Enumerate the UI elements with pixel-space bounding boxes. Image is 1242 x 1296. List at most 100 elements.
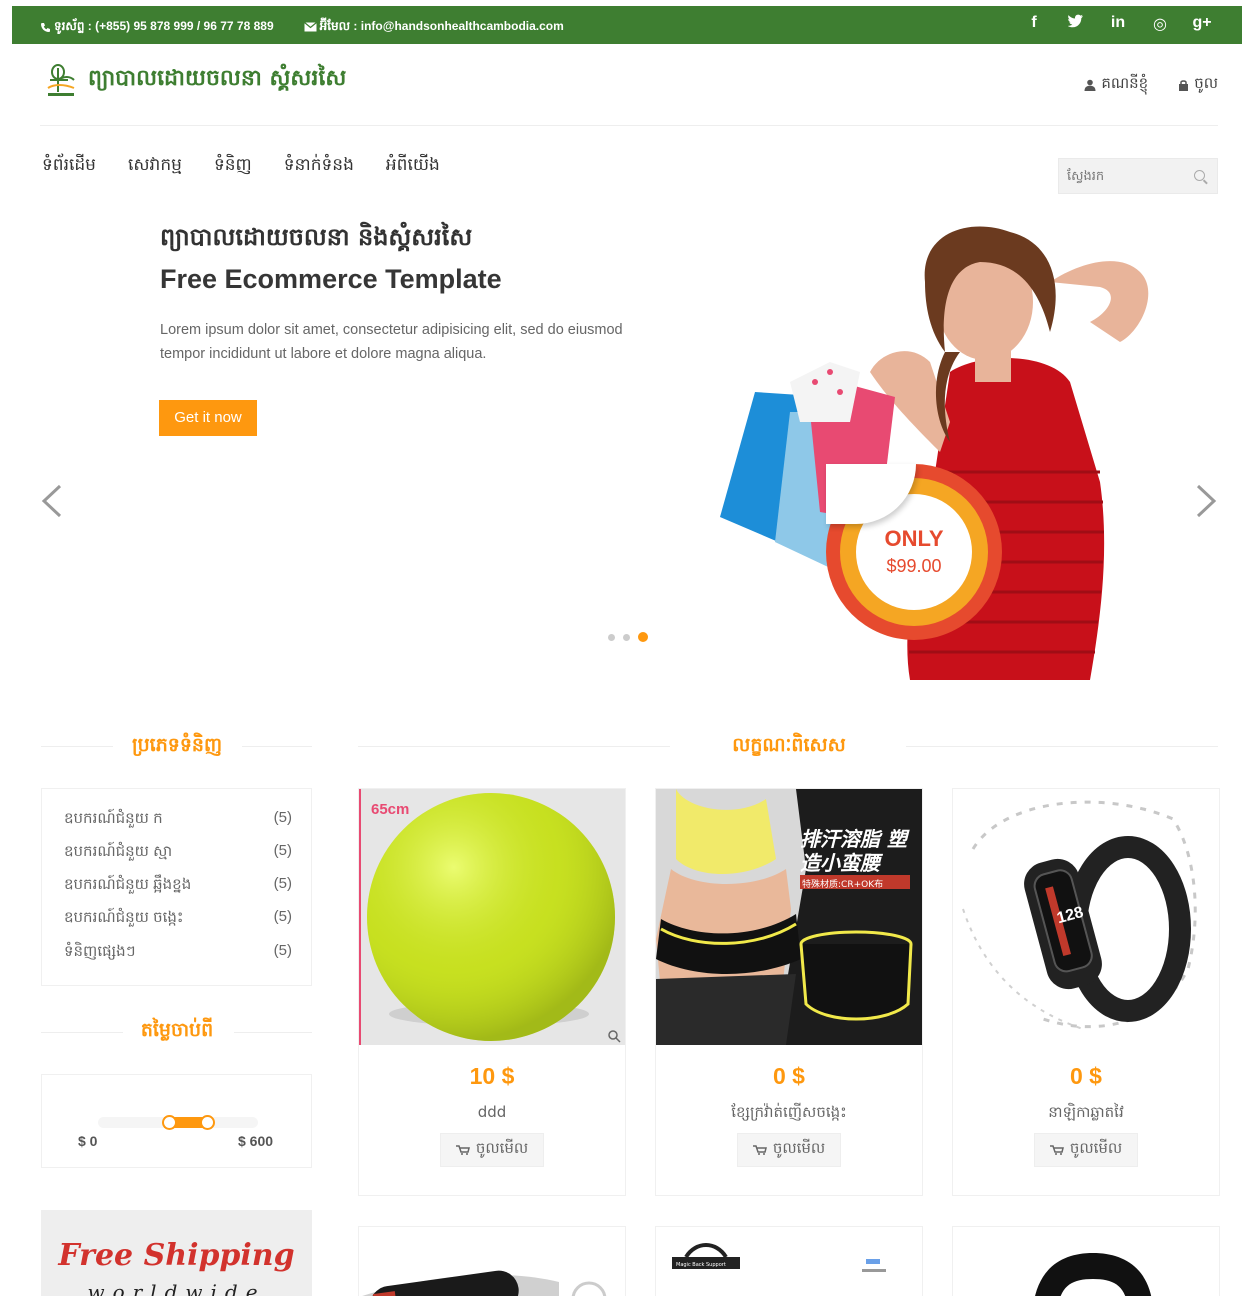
main-nav: ទំព័រដើម សេវាកម្ម ទំនិញ ទំនាក់ទំនង អំពីយ… — [42, 154, 440, 179]
phone-info: ទូរស័ព្ទ : (+855) 95 878 999 / 96 77 78 … — [40, 18, 274, 36]
product-image[interactable]: 排汗溶脂 塑造小蛮腰 特殊材质:CR+OK布 — [656, 789, 922, 1045]
phone-text: ទូរស័ព្ទ : (+855) 95 878 999 / 96 77 78 … — [54, 19, 274, 33]
view-product-button[interactable]: ចូលមើល — [737, 1133, 841, 1167]
logo-icon — [47, 64, 75, 96]
category-label: ឧបករណ៍ជំនួយ ឆ្អឹងខ្នង — [64, 876, 192, 893]
nav-item-home[interactable]: ទំព័រដើម — [42, 154, 96, 179]
category-count: (5) — [273, 908, 292, 925]
features-heading: លក្ខណៈពិសេស — [732, 734, 846, 756]
hero-description: Lorem ipsum dolor sit amet, consectetur … — [160, 322, 623, 362]
product-image[interactable]: 65cm — [359, 789, 625, 1045]
nav-item-products[interactable]: ទំនិញ — [214, 154, 252, 179]
cart-icon — [752, 1145, 767, 1155]
site-logo[interactable]: ព្យាបាលដោយចលនា ស្គំសរសៃ — [44, 62, 346, 98]
price-slider-max-handle[interactable] — [200, 1115, 215, 1130]
slider-dot[interactable] — [623, 633, 630, 641]
product-price: 10 $ — [469, 1063, 515, 1089]
category-item[interactable]: ឧបករណ៍ជំនួយ ស្មា (5) — [64, 842, 292, 864]
hero-title-khmer: ព្យាបាលដោយចលនា និងស្គំសរសៃ — [160, 222, 473, 251]
category-heading: ប្រភេទទំនិញ — [131, 734, 223, 756]
category-item[interactable]: ឧបករណ៍ជំនួយ ក (5) — [64, 809, 292, 831]
chevron-right-icon — [1196, 484, 1217, 518]
phone-icon — [41, 22, 50, 32]
account-link[interactable]: គណនីខ្ញុំ — [1084, 74, 1148, 96]
badge-only-text: ONLY — [884, 526, 944, 551]
product-image-label: 65cm — [371, 801, 410, 818]
slider-next-button[interactable] — [1194, 484, 1218, 518]
login-link[interactable]: ចូល — [1178, 74, 1218, 96]
facebook-icon[interactable]: f — [1024, 14, 1044, 34]
get-it-now-button[interactable]: Get it now — [159, 400, 257, 436]
slider-dots — [608, 632, 648, 642]
view-product-label: ចូលមើល — [475, 1140, 529, 1157]
category-item[interactable]: ទំនិញផ្សេងៗ (5) — [64, 942, 292, 964]
view-product-button[interactable]: ចូលមើល — [440, 1133, 544, 1167]
category-count: (5) — [273, 875, 292, 892]
view-product-label: ចូលមើល — [1069, 1140, 1123, 1157]
search-icon[interactable] — [1194, 170, 1205, 181]
price-range-filter: $ 0 $ 600 — [41, 1074, 312, 1168]
price-min-label: $ 0 — [78, 1133, 98, 1149]
category-label: ឧបករណ៍ជំនួយ ក — [64, 810, 163, 827]
nav-item-contact[interactable]: ទំនាក់ទំនង — [284, 154, 354, 179]
price-slider-min-handle[interactable] — [162, 1115, 177, 1130]
user-icon — [1084, 79, 1096, 91]
header-divider — [40, 125, 1218, 126]
product-price: 0 $ — [773, 1063, 805, 1089]
category-label: ឧបករណ៍ជំនួយ ចង្កេះ — [64, 909, 184, 926]
product-image-label: 排汗溶脂 塑造小蛮腰 — [800, 827, 907, 875]
view-product-button[interactable]: ចូលមើល — [1034, 1133, 1138, 1167]
product-card[interactable] — [952, 1226, 1220, 1296]
product-card[interactable]: 128 0 $ នាឡិកាឆ្លាតវៃ ចូលមើល — [952, 788, 1220, 1196]
price-heading: តម្លៃចាប់ពី — [140, 1019, 214, 1041]
price-max-label: $ 600 — [238, 1133, 274, 1149]
price-slider[interactable] — [98, 1115, 258, 1130]
category-label: ឧបករណ៍ជំនួយ ស្មា — [64, 843, 173, 860]
social-links: f in ◎ g+ — [1024, 14, 1212, 34]
product-image: Magic Back Support — [672, 1243, 886, 1272]
category-item[interactable]: ឧបករណ៍ជំនួយ ឆ្អឹងខ្នង (5) — [64, 875, 292, 897]
slider-prev-button[interactable] — [40, 484, 64, 518]
chevron-left-icon — [41, 484, 62, 518]
linkedin-icon[interactable]: in — [1108, 14, 1128, 34]
product-image[interactable]: 128 — [953, 789, 1219, 1045]
product-card[interactable]: 65cm 10 $ ddd ចូលមើល — [358, 788, 626, 1196]
product-name: ខ្សែក្រវ៉ាត់ញើសចង្កេះ — [731, 1103, 847, 1121]
google-plus-icon[interactable]: g+ — [1192, 14, 1212, 34]
category-count: (5) — [273, 809, 292, 826]
product-card[interactable]: 排汗溶脂 塑造小蛮腰 特殊材质:CR+OK布 0 $ ខ្សែក្រវ៉ាត់ញ… — [655, 788, 923, 1196]
account-label: គណនីខ្ញុំ — [1101, 75, 1149, 92]
lock-icon — [1179, 80, 1189, 91]
slider-dot-active[interactable] — [638, 632, 648, 642]
cart-icon — [1049, 1145, 1064, 1155]
dribbble-icon[interactable]: ◎ — [1150, 14, 1170, 34]
twitter-icon[interactable] — [1066, 14, 1086, 34]
site-name: ព្យាបាលដោយចលនា ស្គំសរសៃ — [88, 65, 347, 91]
email-text[interactable]: អ៊ីមែល : info@handsonhealthcambodia.com — [320, 18, 564, 36]
product-image — [1035, 1253, 1152, 1296]
category-list: ឧបករណ៍ជំនួយ ក (5) ឧបករណ៍ជំនួយ ស្មា (5) ឧ… — [41, 788, 312, 986]
product-card[interactable] — [358, 1226, 626, 1296]
category-item[interactable]: ឧបករណ៍ជំនួយ ចង្កេះ (5) — [64, 908, 292, 930]
product-card[interactable]: Magic Back Support — [655, 1226, 923, 1296]
search-box — [1058, 158, 1218, 194]
category-count: (5) — [273, 842, 292, 859]
shipping-subtitle: worldwide — [87, 1280, 266, 1296]
shipping-title: Free Shipping — [58, 1238, 295, 1273]
category-label: ទំនិញផ្សេងៗ — [64, 943, 136, 960]
product-name: នាឡិកាឆ្លាតវៃ — [1048, 1103, 1124, 1121]
search-input[interactable] — [1059, 159, 1189, 193]
category-count: (5) — [273, 942, 292, 959]
nav-item-services[interactable]: សេវាកម្ម — [128, 154, 182, 179]
account-menu: គណនីខ្ញុំ ចូល — [1084, 74, 1218, 96]
contact-info: ទូរស័ព្ទ : (+855) 95 878 999 / 96 77 78 … — [40, 18, 564, 36]
product-image — [362, 1270, 607, 1296]
slider-dot[interactable] — [608, 633, 615, 641]
price-badge: ONLY $99.00 — [826, 464, 1002, 640]
nav-item-about[interactable]: អំពីយើង — [386, 154, 440, 179]
envelope-icon — [303, 22, 317, 32]
product-image-label: Magic Back Support — [676, 1262, 726, 1268]
free-shipping-banner[interactable]: Free Shipping worldwide — [41, 1210, 312, 1296]
product-price: 0 $ — [1070, 1063, 1102, 1089]
email-info: អ៊ីមែល : info@handsonhealthcambodia.com — [303, 18, 564, 36]
